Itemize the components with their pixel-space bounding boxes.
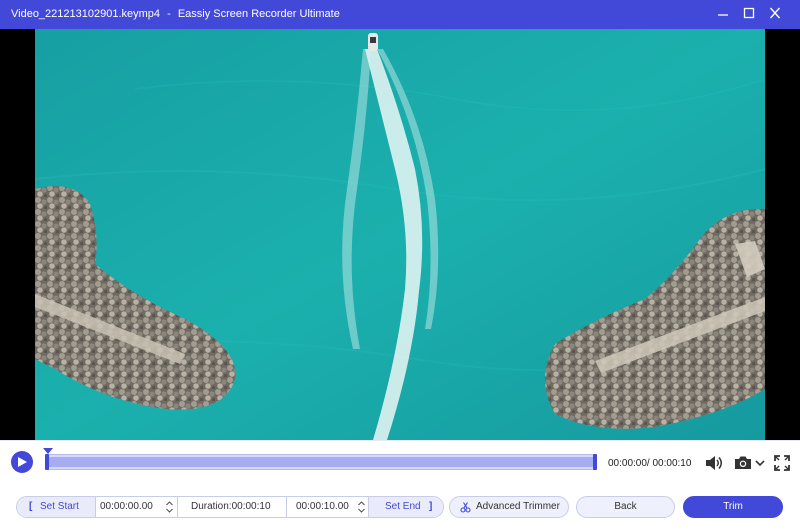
- fullscreen-icon: [774, 455, 790, 471]
- chevron-down-icon: [755, 460, 765, 467]
- file-name: Video_221213102901.keymp4: [11, 8, 161, 20]
- set-start-button[interactable]: [ Set Start: [17, 497, 95, 517]
- end-time-stepper[interactable]: [357, 499, 366, 515]
- title-separator: -: [167, 8, 171, 20]
- start-time-input[interactable]: 00:00:00.00: [100, 497, 170, 517]
- trim-row: [ Set Start 00:00:00.00 Duration:00:00:1…: [0, 496, 800, 518]
- controls-panel: 00:00:00/ 00:00:10 [ Set Start 00:00:00.…: [0, 440, 800, 532]
- divider: [95, 497, 96, 517]
- set-start-label: Set Start: [40, 501, 79, 512]
- set-end-bracket: ]: [429, 501, 433, 512]
- timeline-track[interactable]: [43, 448, 597, 470]
- back-button[interactable]: Back: [576, 496, 675, 518]
- start-time-stepper[interactable]: [165, 499, 174, 515]
- fullscreen-button[interactable]: [773, 454, 791, 472]
- minimize-button[interactable]: [712, 4, 734, 24]
- maximize-button[interactable]: [738, 4, 760, 24]
- maximize-icon: [743, 7, 755, 19]
- window-title: Video_221213102901.keymp4 - Eassiy Scree…: [11, 8, 340, 21]
- duration-readout: Duration:00:00:10: [191, 501, 271, 512]
- video-preview-area[interactable]: [0, 29, 800, 440]
- camera-icon: [735, 456, 751, 469]
- snapshot-options-dropdown[interactable]: [754, 454, 766, 472]
- playhead-marker[interactable]: [43, 448, 53, 454]
- set-start-bracket: [: [29, 501, 33, 512]
- set-end-button[interactable]: Set End ]: [369, 497, 443, 517]
- play-icon: [18, 457, 27, 467]
- trim-button[interactable]: Trim: [683, 496, 783, 518]
- trim-start-handle[interactable]: [45, 454, 49, 470]
- timeline-selected-range: [48, 457, 594, 467]
- close-button[interactable]: [764, 4, 786, 24]
- trim-end-handle[interactable]: [593, 454, 597, 470]
- app-name: Eassiy Screen Recorder Ultimate: [177, 8, 340, 20]
- divider: [177, 497, 178, 517]
- title-bar: Video_221213102901.keymp4 - Eassiy Scree…: [0, 0, 800, 29]
- divider: [286, 497, 287, 517]
- set-end-label: Set End: [385, 501, 421, 512]
- scissors-icon: [460, 502, 471, 513]
- video-frame: [35, 29, 765, 440]
- trim-range-group: [ Set Start 00:00:00.00 Duration:00:00:1…: [16, 496, 444, 518]
- volume-icon: [706, 456, 722, 470]
- snapshot-button[interactable]: [733, 454, 753, 472]
- end-time-input[interactable]: 00:00:10.00: [296, 497, 366, 517]
- volume-button[interactable]: [704, 454, 724, 472]
- close-icon: [769, 7, 781, 19]
- advanced-trimmer-label: Advanced Trimmer: [476, 501, 560, 512]
- minimize-icon: [718, 14, 728, 16]
- time-readout: 00:00:00/ 00:00:10: [608, 458, 692, 469]
- play-button[interactable]: [11, 451, 33, 473]
- advanced-trimmer-button[interactable]: Advanced Trimmer: [449, 496, 569, 518]
